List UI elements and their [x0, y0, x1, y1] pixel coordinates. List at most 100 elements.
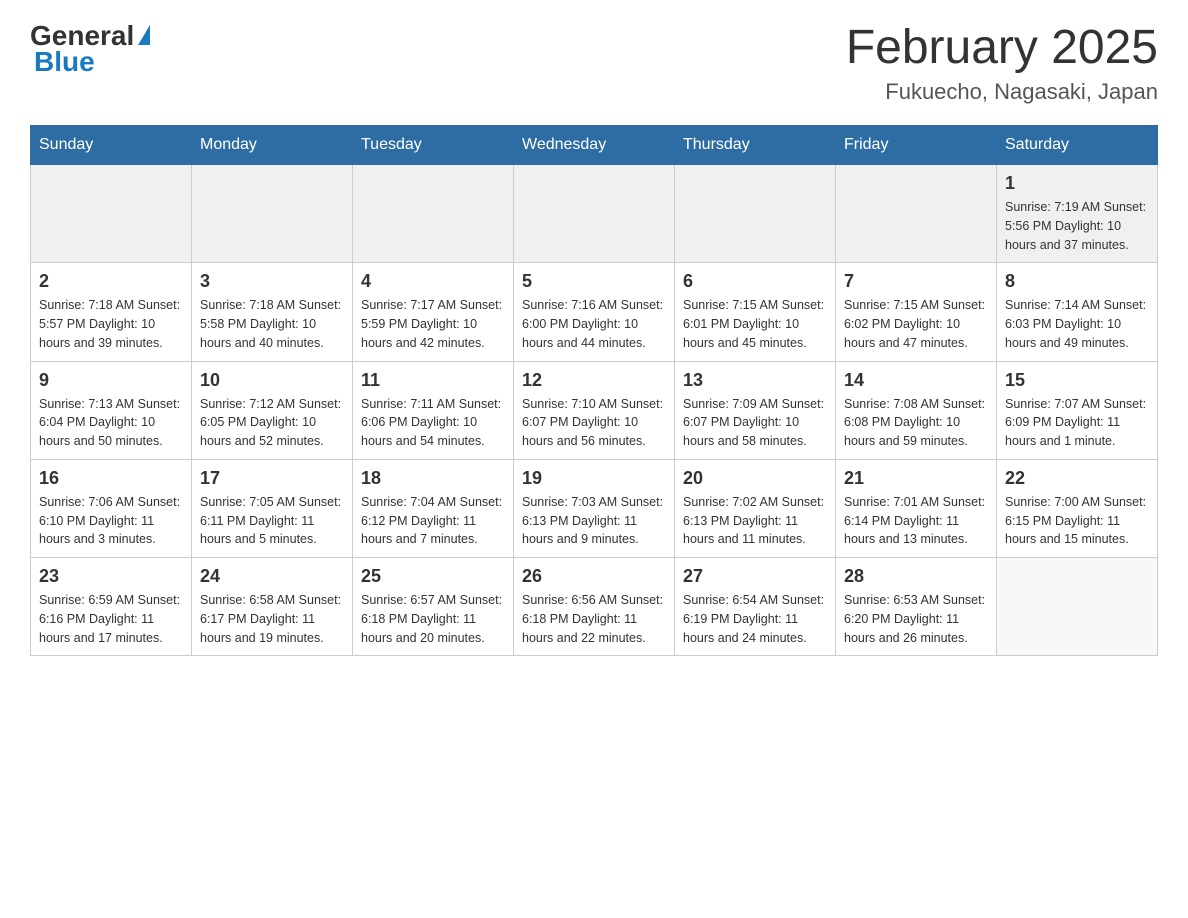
day-number: 19	[522, 468, 666, 489]
calendar-cell	[353, 165, 514, 263]
calendar-cell	[675, 165, 836, 263]
day-number: 27	[683, 566, 827, 587]
calendar-week-row: 1 Sunrise: 7:19 AM Sunset: 5:56 PM Daylig…	[31, 165, 1158, 263]
day-info: Sunrise: 6:58 AM Sunset: 6:17 PM Dayligh…	[200, 591, 344, 647]
calendar-cell: 11 Sunrise: 7:11 AM Sunset: 6:06 PM Dayli…	[353, 361, 514, 459]
logo-blue-text: Blue	[34, 46, 95, 78]
weekday-header: Saturday	[997, 126, 1158, 165]
weekday-header: Thursday	[675, 126, 836, 165]
day-number: 6	[683, 271, 827, 292]
calendar-cell: 28 Sunrise: 6:53 AM Sunset: 6:20 PM Dayli…	[836, 558, 997, 656]
weekday-header: Sunday	[31, 126, 192, 165]
day-number: 23	[39, 566, 183, 587]
calendar-week-row: 2 Sunrise: 7:18 AM Sunset: 5:57 PM Daylig…	[31, 263, 1158, 361]
calendar-cell: 16 Sunrise: 7:06 AM Sunset: 6:10 PM Dayli…	[31, 459, 192, 557]
day-info: Sunrise: 7:00 AM Sunset: 6:15 PM Dayligh…	[1005, 493, 1149, 549]
day-info: Sunrise: 6:59 AM Sunset: 6:16 PM Dayligh…	[39, 591, 183, 647]
day-info: Sunrise: 7:01 AM Sunset: 6:14 PM Dayligh…	[844, 493, 988, 549]
calendar-cell: 13 Sunrise: 7:09 AM Sunset: 6:07 PM Dayli…	[675, 361, 836, 459]
calendar-cell	[514, 165, 675, 263]
calendar-cell: 12 Sunrise: 7:10 AM Sunset: 6:07 PM Dayli…	[514, 361, 675, 459]
day-number: 4	[361, 271, 505, 292]
calendar-cell: 27 Sunrise: 6:54 AM Sunset: 6:19 PM Dayli…	[675, 558, 836, 656]
day-info: Sunrise: 7:14 AM Sunset: 6:03 PM Dayligh…	[1005, 296, 1149, 352]
day-info: Sunrise: 7:03 AM Sunset: 6:13 PM Dayligh…	[522, 493, 666, 549]
day-number: 11	[361, 370, 505, 391]
day-info: Sunrise: 7:08 AM Sunset: 6:08 PM Dayligh…	[844, 395, 988, 451]
day-info: Sunrise: 7:10 AM Sunset: 6:07 PM Dayligh…	[522, 395, 666, 451]
day-info: Sunrise: 7:04 AM Sunset: 6:12 PM Dayligh…	[361, 493, 505, 549]
day-info: Sunrise: 7:16 AM Sunset: 6:00 PM Dayligh…	[522, 296, 666, 352]
calendar-cell: 24 Sunrise: 6:58 AM Sunset: 6:17 PM Dayli…	[192, 558, 353, 656]
day-number: 20	[683, 468, 827, 489]
calendar-cell: 17 Sunrise: 7:05 AM Sunset: 6:11 PM Dayli…	[192, 459, 353, 557]
calendar-cell: 25Sunrise: 6:57 AM Sunset: 6:18 PM Dayli…	[353, 558, 514, 656]
day-info: Sunrise: 7:18 AM Sunset: 5:58 PM Dayligh…	[200, 296, 344, 352]
day-number: 26	[522, 566, 666, 587]
weekday-header: Wednesday	[514, 126, 675, 165]
calendar-cell: 9 Sunrise: 7:13 AM Sunset: 6:04 PM Daylig…	[31, 361, 192, 459]
day-info: Sunrise: 7:17 AM Sunset: 5:59 PM Dayligh…	[361, 296, 505, 352]
title-area: February 2025 Fukuecho, Nagasaki, Japan	[846, 20, 1158, 105]
day-number: 21	[844, 468, 988, 489]
day-number: 3	[200, 271, 344, 292]
day-info: Sunrise: 7:13 AM Sunset: 6:04 PM Dayligh…	[39, 395, 183, 451]
day-number: 2	[39, 271, 183, 292]
day-number: 10	[200, 370, 344, 391]
day-info: Sunrise: 7:05 AM Sunset: 6:11 PM Dayligh…	[200, 493, 344, 549]
day-number: 17	[200, 468, 344, 489]
day-number: 9	[39, 370, 183, 391]
logo: General Blue	[30, 20, 150, 78]
day-number: 12	[522, 370, 666, 391]
day-info: Sunrise: 6:53 AM Sunset: 6:20 PM Dayligh…	[844, 591, 988, 647]
calendar-cell: 5 Sunrise: 7:16 AM Sunset: 6:00 PM Daylig…	[514, 263, 675, 361]
day-info: Sunrise: 6:54 AM Sunset: 6:19 PM Dayligh…	[683, 591, 827, 647]
calendar-week-row: 23 Sunrise: 6:59 AM Sunset: 6:16 PM Dayli…	[31, 558, 1158, 656]
day-number: 8	[1005, 271, 1149, 292]
day-number: 16	[39, 468, 183, 489]
logo-triangle-icon	[138, 25, 150, 45]
day-info: Sunrise: 7:15 AM Sunset: 6:01 PM Dayligh…	[683, 296, 827, 352]
day-info: Sunrise: 7:12 AM Sunset: 6:05 PM Dayligh…	[200, 395, 344, 451]
weekday-header-row: SundayMondayTuesdayWednesdayThursdayFrid…	[31, 126, 1158, 165]
calendar-cell: 4 Sunrise: 7:17 AM Sunset: 5:59 PM Daylig…	[353, 263, 514, 361]
calendar-cell	[31, 165, 192, 263]
day-number: 1	[1005, 173, 1149, 194]
day-info: Sunrise: 7:19 AM Sunset: 5:56 PM Dayligh…	[1005, 198, 1149, 254]
calendar-table: SundayMondayTuesdayWednesdayThursdayFrid…	[30, 125, 1158, 656]
day-info: Sunrise: 7:09 AM Sunset: 6:07 PM Dayligh…	[683, 395, 827, 451]
weekday-header: Tuesday	[353, 126, 514, 165]
calendar-cell: 26Sunrise: 6:56 AM Sunset: 6:18 PM Dayli…	[514, 558, 675, 656]
calendar-week-row: 16 Sunrise: 7:06 AM Sunset: 6:10 PM Dayli…	[31, 459, 1158, 557]
calendar-cell: 3 Sunrise: 7:18 AM Sunset: 5:58 PM Daylig…	[192, 263, 353, 361]
day-info: Sunrise: 7:06 AM Sunset: 6:10 PM Dayligh…	[39, 493, 183, 549]
day-number: 13	[683, 370, 827, 391]
weekday-header: Friday	[836, 126, 997, 165]
day-number: 28	[844, 566, 988, 587]
calendar-cell: 10 Sunrise: 7:12 AM Sunset: 6:05 PM Dayli…	[192, 361, 353, 459]
calendar-cell	[997, 558, 1158, 656]
calendar-cell: 2 Sunrise: 7:18 AM Sunset: 5:57 PM Daylig…	[31, 263, 192, 361]
day-number: 7	[844, 271, 988, 292]
page-header: General Blue February 2025 Fukuecho, Nag…	[30, 20, 1158, 105]
day-info: Sunrise: 7:11 AM Sunset: 6:06 PM Dayligh…	[361, 395, 505, 451]
day-number: 18	[361, 468, 505, 489]
day-number: 24	[200, 566, 344, 587]
calendar-cell: 8 Sunrise: 7:14 AM Sunset: 6:03 PM Daylig…	[997, 263, 1158, 361]
weekday-header: Monday	[192, 126, 353, 165]
calendar-cell: 22 Sunrise: 7:00 AM Sunset: 6:15 PM Dayli…	[997, 459, 1158, 557]
day-number: 15	[1005, 370, 1149, 391]
calendar-cell	[836, 165, 997, 263]
day-number: 22	[1005, 468, 1149, 489]
day-info: Sunrise: 7:18 AM Sunset: 5:57 PM Dayligh…	[39, 296, 183, 352]
day-number: 5	[522, 271, 666, 292]
day-info: Sunrise: 7:07 AM Sunset: 6:09 PM Dayligh…	[1005, 395, 1149, 451]
month-title: February 2025	[846, 20, 1158, 75]
calendar-cell: 18 Sunrise: 7:04 AM Sunset: 6:12 PM Dayli…	[353, 459, 514, 557]
day-number: 14	[844, 370, 988, 391]
day-info: Sunrise: 7:15 AM Sunset: 6:02 PM Dayligh…	[844, 296, 988, 352]
calendar-cell: 15 Sunrise: 7:07 AM Sunset: 6:09 PM Dayli…	[997, 361, 1158, 459]
calendar-cell	[192, 165, 353, 263]
calendar-cell: 23 Sunrise: 6:59 AM Sunset: 6:16 PM Dayli…	[31, 558, 192, 656]
day-number: 25	[361, 566, 505, 587]
